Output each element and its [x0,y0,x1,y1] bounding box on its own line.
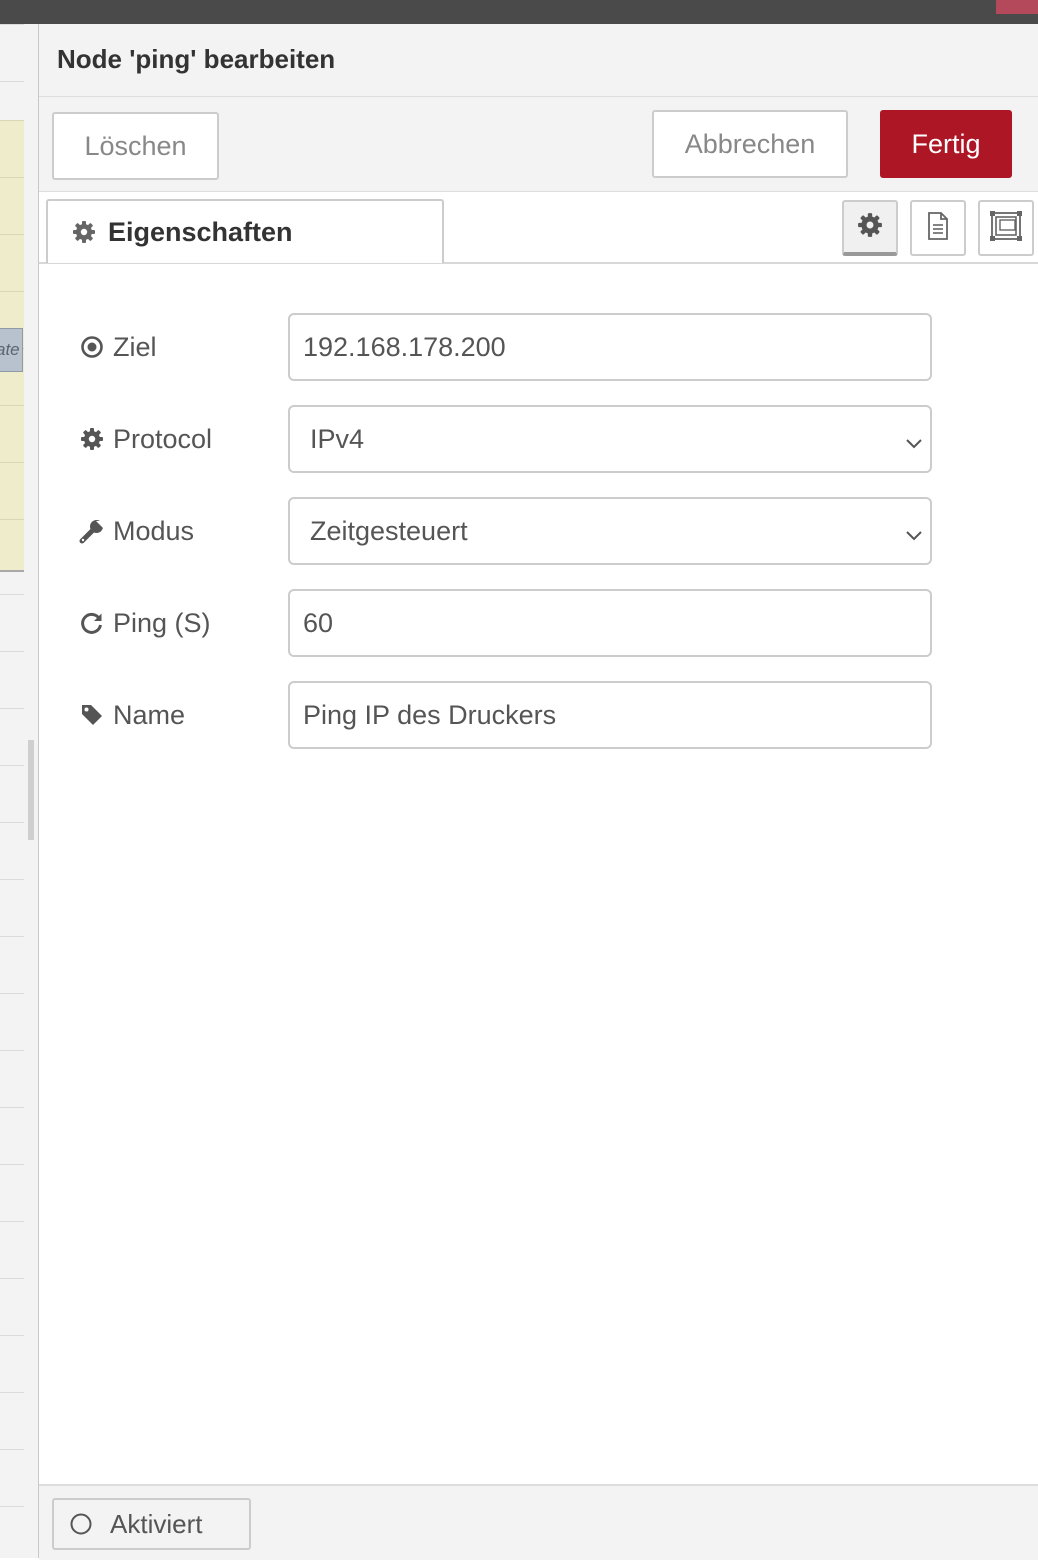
done-button[interactable]: Fertig [880,110,1012,178]
chevron-down-icon [904,429,924,449]
dot-circle-icon [79,334,105,360]
workspace-node[interactable]: ate [0,328,23,372]
protocol-label: Protocol [79,405,212,473]
gear-icon [857,212,883,243]
mode-label: Modus [79,497,194,565]
form-row-protocol: Protocol IPv4 [39,405,1038,473]
delete-button[interactable]: Löschen [52,112,219,180]
name-label-text: Name [113,699,186,730]
mode-label-text: Modus [113,515,195,546]
circle-outline-icon [70,1513,92,1535]
top-header-bar [0,0,1038,24]
protocol-select[interactable]: IPv4 [288,405,932,473]
document-icon [926,211,950,246]
workspace-canvas[interactable]: ate [0,24,25,1558]
workspace-node-label: ate [0,340,20,359]
tab-properties[interactable]: Eigenschaften [46,199,444,263]
mode-select[interactable]: Zeitgesteuert [288,497,932,565]
target-label: Ziel [79,313,157,381]
appearance-frame-icon [990,210,1022,246]
edit-tray: Node 'ping' bearbeiten Löschen Abbrechen… [39,24,1038,1560]
enabled-label: Aktiviert [110,1508,203,1539]
interval-label: Ping (S) [79,589,211,657]
appearance-view-button[interactable] [978,200,1034,256]
enabled-toggle-button[interactable]: Aktiviert [52,1498,251,1550]
tab-bar: Eigenschaften [39,192,1038,264]
interval-input[interactable]: 60 [288,589,932,657]
tray-header: Node 'ping' bearbeiten [39,24,1038,97]
chevron-down-icon [904,521,924,541]
refresh-icon [79,610,105,636]
target-input[interactable]: 192.168.178.200 [288,313,932,381]
form-row-name: Name Ping IP des Druckers [39,681,1038,749]
name-label: Name [79,681,185,749]
properties-view-button[interactable] [842,200,898,256]
tab-properties-label: Eigenschaften [108,216,293,247]
tray-toolbar: Löschen Abbrechen Fertig [39,97,1038,192]
form-row-interval: Ping (S) 60 [39,589,1038,657]
tag-icon [79,702,105,728]
mode-selected-value: Zeitgesteuert [310,515,468,546]
form-row-mode: Modus Zeitgesteuert [39,497,1038,565]
tray-title: Node 'ping' bearbeiten [57,44,336,74]
wrench-icon [79,518,105,544]
name-input[interactable]: Ping IP des Druckers [288,681,932,749]
description-view-button[interactable] [910,200,966,256]
gear-icon [79,426,105,452]
target-label-text: Ziel [113,331,157,362]
resize-handle[interactable] [28,740,34,840]
tray-footer: Aktiviert [39,1484,1038,1560]
form-row-target: Ziel 192.168.178.200 [39,313,1038,381]
protocol-selected-value: IPv4 [310,423,365,454]
interval-label-text: Ping (S) [113,607,211,638]
protocol-label-text: Protocol [113,423,213,454]
cancel-button[interactable]: Abbrechen [652,110,848,178]
gear-icon [72,220,96,244]
header-accent [996,0,1038,14]
tray-resize-gutter [24,24,39,1558]
